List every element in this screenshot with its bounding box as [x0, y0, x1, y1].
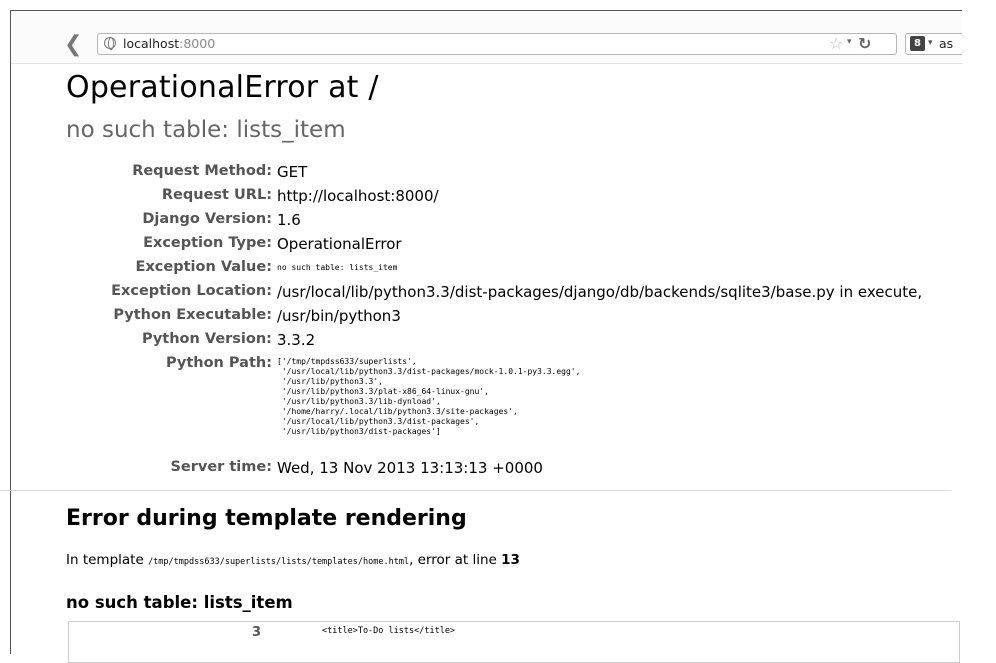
globe-icon — [104, 37, 116, 50]
meta-label: Request Method: — [132, 163, 272, 179]
address-bar[interactable]: localhost:8000 ☆ ▾ ↻ — [97, 33, 897, 55]
template-error-message: no such table: lists_item — [66, 593, 293, 612]
url-host: localhost — [123, 36, 180, 51]
meta-label: Exception Type: — [143, 235, 272, 251]
meta-label: Python Path: — [165, 355, 272, 371]
in-template-prefix: In template — [66, 552, 149, 568]
url-text: localhost:8000 — [123, 36, 215, 51]
search-engine-dropdown-icon[interactable]: ▾ — [928, 38, 933, 48]
meta-label: Request URL: — [161, 187, 272, 203]
meta-label: Django Version: — [142, 211, 272, 227]
url-port: :8000 — [179, 36, 216, 51]
search-box[interactable]: 8 ▾ as — [905, 33, 962, 55]
python-path-list: ['/tmp/tmpdss633/superlists', '/usr/loca… — [277, 357, 581, 436]
exception-subtitle: no such table: lists_item — [66, 117, 346, 143]
search-text: as — [939, 36, 954, 51]
template-location: In template /tmp/tmpdss633/superlists/li… — [66, 552, 520, 568]
meta-value: no such table: lists_item — [277, 263, 398, 272]
meta-label: Exception Location: — [111, 283, 272, 299]
search-engine-icon[interactable]: 8 — [910, 36, 925, 51]
meta-value: GET — [277, 163, 308, 181]
page-title: OperationalError at / — [66, 70, 379, 105]
dropdown-icon[interactable]: ▾ — [847, 37, 852, 47]
code-line: <title>To-Do lists</title> — [322, 626, 456, 636]
error-at-text: , error at line — [409, 552, 502, 568]
meta-value: OperationalError — [277, 235, 402, 253]
meta-label: Python Executable: — [113, 307, 272, 323]
template-path: /tmp/tmpdss633/superlists/lists/template… — [148, 557, 410, 567]
template-source: 3 <title>To-Do lists</title> — [68, 621, 960, 663]
meta-value: 1.6 — [277, 211, 301, 229]
back-arrow-icon[interactable]: ❮ — [64, 34, 82, 57]
meta-value: 3.3.2 — [277, 331, 316, 349]
reload-icon[interactable]: ↻ — [858, 34, 871, 53]
error-line-number: 13 — [501, 552, 520, 568]
meta-label: Server time: — [170, 459, 272, 475]
meta-value: Wed, 13 Nov 2013 13:13:13 +0000 — [277, 459, 543, 477]
template-error-heading: Error during template rendering — [66, 506, 467, 531]
meta-label: Exception Value: — [135, 259, 272, 275]
meta-label: Python Version: — [141, 331, 272, 347]
section-divider — [0, 490, 951, 491]
bookmark-star-icon[interactable]: ☆ — [829, 34, 843, 53]
meta-value: /usr/local/lib/python3.3/dist-packages/d… — [277, 283, 923, 301]
code-line-number: 3 — [252, 625, 262, 640]
meta-value: http://localhost:8000/ — [277, 187, 439, 205]
browser-toolbar: ❮ localhost:8000 ☆ ▾ ↻ 8 ▾ as — [11, 11, 962, 64]
meta-value: /usr/bin/python3 — [277, 307, 401, 325]
